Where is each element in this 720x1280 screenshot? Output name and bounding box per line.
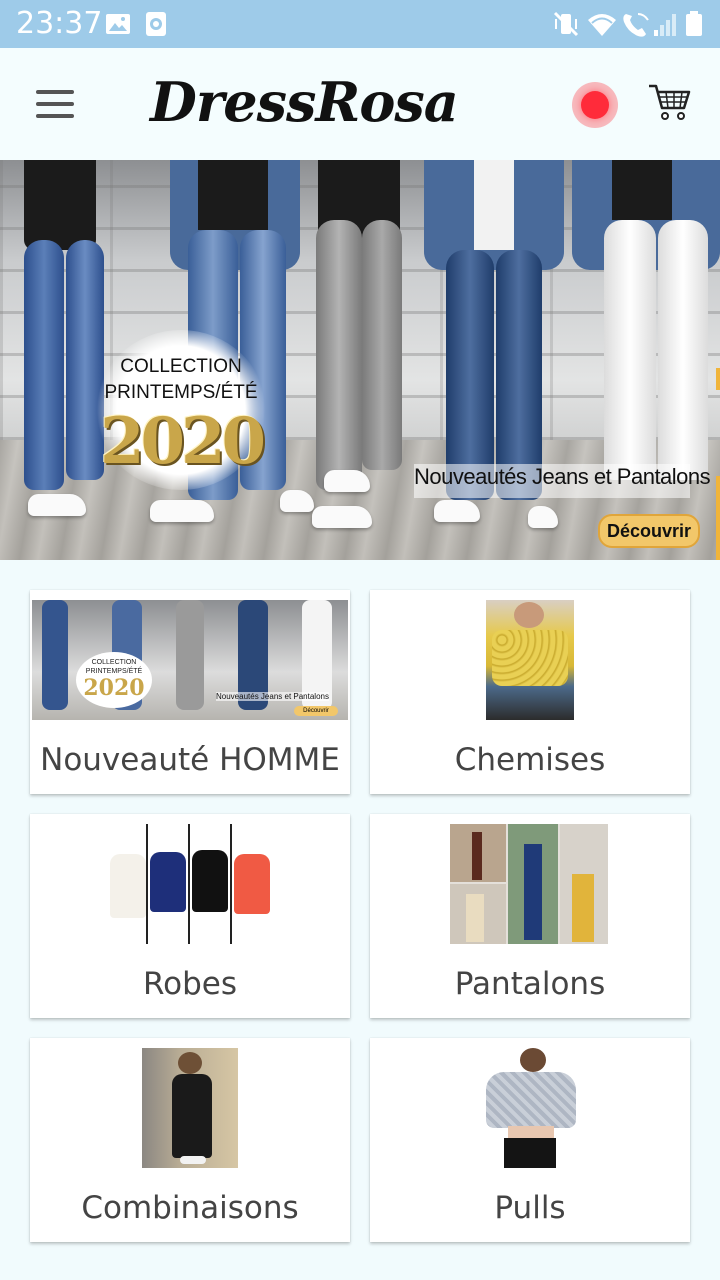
category-label: Combinaisons — [81, 1190, 299, 1226]
record-dot-icon[interactable] — [572, 82, 618, 128]
category-thumb — [450, 824, 608, 944]
category-card-pulls[interactable]: Pulls — [370, 1038, 690, 1242]
category-label: Pulls — [494, 1190, 566, 1226]
hamburger-menu-icon[interactable] — [34, 84, 78, 124]
category-card-combinaisons[interactable]: Combinaisons — [30, 1038, 350, 1242]
category-thumb — [142, 1048, 238, 1168]
vibrate-mute-icon — [553, 11, 579, 37]
category-card-nouveaute-homme[interactable]: COLLECTION PRINTEMPS/ÉTÉ 2020 Nouveautés… — [30, 590, 350, 794]
screen-record-icon — [146, 12, 166, 36]
shopping-cart-icon[interactable] — [646, 78, 692, 124]
discover-button[interactable]: Découvrir — [598, 514, 700, 548]
category-label: Chemises — [454, 742, 606, 778]
category-label: Robes — [142, 966, 237, 1002]
category-label: Pantalons — [454, 966, 606, 1002]
category-thumb — [478, 1048, 582, 1168]
battery-icon — [686, 11, 702, 36]
category-card-chemises[interactable]: Chemises — [370, 590, 690, 794]
signal-icon — [654, 14, 676, 36]
banner-headline: Nouveautés Jeans et Pantalons — [414, 464, 711, 498]
category-card-pantalons[interactable]: Pantalons — [370, 814, 690, 1018]
category-label: Nouveauté HOMME — [40, 742, 340, 778]
wifi-call-icon — [623, 13, 649, 37]
category-thumb — [108, 824, 272, 944]
category-thumb: COLLECTION PRINTEMPS/ÉTÉ 2020 Nouveautés… — [32, 600, 348, 720]
category-thumb — [486, 600, 574, 720]
wifi-icon — [588, 14, 616, 36]
brand-logo[interactable]: DressRosa — [150, 66, 459, 138]
promo-banner[interactable]: COLLECTION PRINTEMPS/ÉTÉ 2020 Nouveautés… — [0, 160, 720, 560]
app-bar: DressRosa — [0, 48, 720, 160]
image-icon — [106, 14, 130, 34]
status-bar: 23:37 — [0, 0, 720, 48]
category-card-robes[interactable]: Robes — [30, 814, 350, 1018]
collection-badge: COLLECTION PRINTEMPS/ÉTÉ 2020 — [96, 330, 266, 490]
status-time: 23:37 — [16, 6, 103, 41]
